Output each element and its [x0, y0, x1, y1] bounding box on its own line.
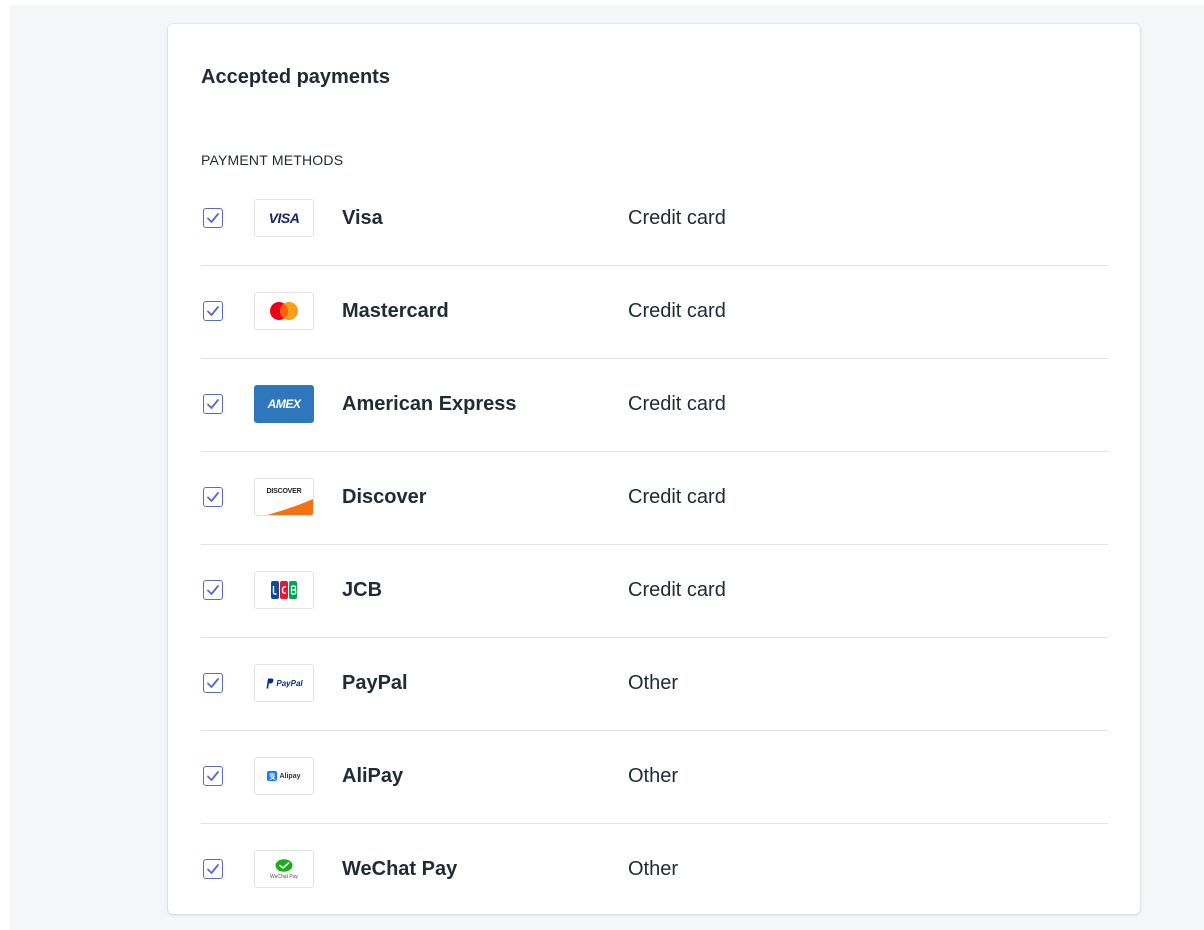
checkbox-amex[interactable] [203, 394, 223, 414]
checkbox-mastercard[interactable] [203, 301, 223, 321]
mastercard-logo [254, 292, 314, 330]
alipay-logo-text: Alipay [279, 772, 301, 780]
alipay-badge-icon [267, 771, 278, 781]
payment-method-type: Credit card [628, 579, 726, 601]
payment-method-name: Discover [342, 486, 427, 508]
payment-method-row-discover: DISCOVER Discover Credit card [201, 452, 1108, 545]
paypal-logo: PayPal [254, 664, 314, 702]
checkmark-icon [207, 399, 219, 409]
checkmark-icon [207, 213, 219, 223]
wechat-pay-logo-text: WeChat Pay [270, 873, 298, 880]
payment-method-name: AliPay [342, 765, 404, 787]
payment-method-row-amex: AMEX American Express Credit card [201, 359, 1108, 452]
payment-method-list: VISA Visa Credit card Mastercard Credit … [201, 196, 1108, 917]
visa-logo: VISA [254, 199, 314, 237]
payment-method-name: WeChat Pay [342, 858, 458, 880]
payment-method-type: Other [628, 858, 679, 880]
checkmark-icon [207, 771, 219, 781]
discover-swoosh-icon [267, 499, 313, 515]
payment-method-row-wechat-pay: WeChat Pay WeChat Pay Other [201, 824, 1108, 917]
checkbox-jcb[interactable] [203, 580, 223, 600]
payment-method-row-visa: VISA Visa Credit card [201, 196, 1108, 266]
checkbox-discover[interactable] [203, 487, 223, 507]
payment-method-row-alipay: Alipay AliPay Other [201, 731, 1108, 824]
wechat-pay-check-icon [275, 858, 293, 872]
visa-logo-text: VISA [268, 210, 300, 226]
payment-method-row-mastercard: Mastercard Credit card [201, 266, 1108, 359]
payment-method-type: Other [628, 765, 679, 787]
checkbox-paypal[interactable] [203, 673, 223, 693]
card-title: Accepted payments [201, 66, 390, 88]
amex-logo: AMEX [254, 385, 314, 423]
payment-method-name: Mastercard [342, 300, 449, 322]
payment-method-type: Credit card [628, 207, 726, 229]
alipay-logo: Alipay [254, 757, 314, 795]
paypal-logo-text: PayPal [276, 678, 303, 688]
payment-method-row-paypal: PayPal PayPal Other [201, 638, 1108, 731]
payment-method-type: Credit card [628, 393, 726, 415]
payment-method-type: Other [628, 672, 679, 694]
amex-logo-text: AMEX [267, 397, 301, 411]
checkmark-icon [207, 306, 219, 316]
paypal-p-icon [266, 678, 274, 688]
mastercard-circles-icon [270, 302, 298, 320]
jcb-logo [254, 571, 314, 609]
payment-method-name: PayPal [342, 672, 408, 694]
payment-method-type: Credit card [628, 486, 726, 508]
payment-method-name: American Express [342, 393, 517, 415]
payment-method-name: JCB [342, 579, 383, 601]
checkbox-visa[interactable] [203, 208, 223, 228]
checkmark-icon [207, 678, 219, 688]
payment-method-name: Visa [342, 207, 383, 229]
discover-logo-text: DISCOVER [266, 488, 302, 495]
discover-logo: DISCOVER [254, 478, 314, 516]
checkbox-wechat-pay[interactable] [203, 859, 223, 879]
jcb-stripes-icon [271, 581, 297, 599]
wechat-pay-logo: WeChat Pay [254, 850, 314, 888]
payment-method-row-jcb: JCB Credit card [201, 545, 1108, 638]
checkmark-icon [207, 585, 219, 595]
section-label: PAYMENT METHODS [201, 152, 344, 168]
checkbox-alipay[interactable] [203, 766, 223, 786]
payment-method-type: Credit card [628, 300, 726, 322]
accepted-payments-card: Accepted payments PAYMENT METHODS VISA V… [168, 24, 1140, 914]
checkmark-icon [207, 492, 219, 502]
checkmark-icon [207, 864, 219, 874]
